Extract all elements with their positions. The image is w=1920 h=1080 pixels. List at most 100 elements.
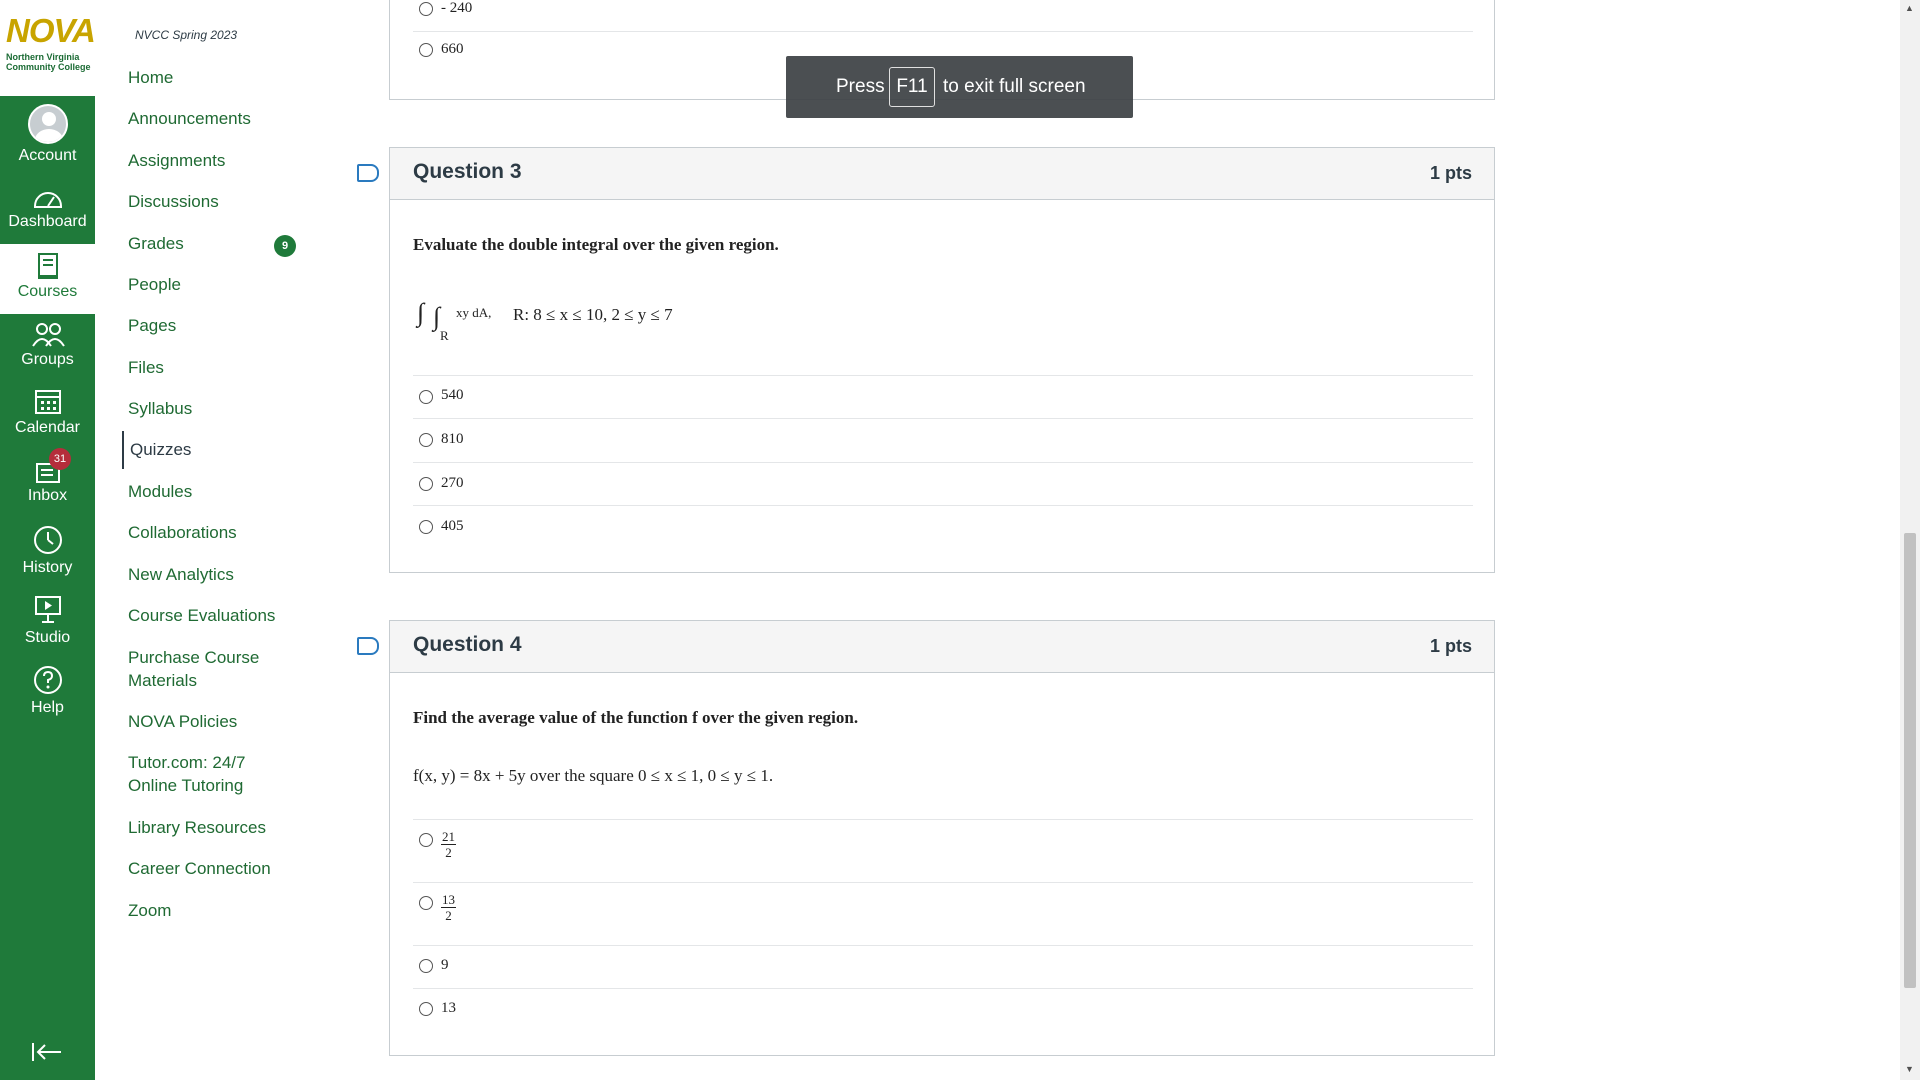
global-nav-label: History xyxy=(22,559,73,576)
global-nav-label: Help xyxy=(31,699,64,716)
question-expression: ∫ ∫ R xy dA, R: 8 ≤ x ≤ 10, 2 ≤ y ≤ 7 xyxy=(413,298,813,348)
answer-radio[interactable] xyxy=(419,833,433,847)
help-icon xyxy=(33,666,62,694)
course-nav-home[interactable]: Home xyxy=(128,66,328,89)
region-subscript: R xyxy=(440,328,449,343)
global-nav-courses[interactable]: Courses xyxy=(0,244,95,314)
global-navigation: NOVA Northern Virginia Community College… xyxy=(0,0,96,1080)
course-nav-syllabus[interactable]: Syllabus xyxy=(128,397,328,420)
course-nav-career-connection[interactable]: Career Connection xyxy=(128,857,328,880)
answer-option[interactable]: - 240 xyxy=(413,0,1473,32)
collapse-nav-button[interactable] xyxy=(30,1040,66,1064)
notice-press-text: Press xyxy=(836,76,885,97)
flag-question-icon[interactable] xyxy=(357,164,379,182)
answer-fraction: 13 2 xyxy=(441,892,456,923)
answer-radio[interactable] xyxy=(419,959,433,973)
global-nav-studio[interactable]: Studio xyxy=(0,594,95,647)
flag-question-icon[interactable] xyxy=(357,637,379,655)
answer-radio[interactable] xyxy=(419,433,433,447)
global-nav-label: Dashboard xyxy=(8,213,87,230)
global-nav-help[interactable]: Help xyxy=(0,664,95,717)
answer-option[interactable]: 13 2 xyxy=(413,882,1473,945)
answer-option[interactable]: 810 xyxy=(413,418,1473,462)
answer-radio[interactable] xyxy=(419,43,433,57)
question-points: 1 pts xyxy=(1429,163,1472,183)
course-nav-course-evaluations[interactable]: Course Evaluations xyxy=(128,604,328,627)
scrollbar-thumb[interactable] xyxy=(1904,533,1916,988)
clock-icon xyxy=(33,526,62,554)
fraction-numerator: 21 xyxy=(441,829,456,845)
answer-text: 13 xyxy=(441,1000,456,1016)
inbox-unread-badge: 31 xyxy=(49,448,71,470)
global-nav-label: Groups xyxy=(21,351,74,368)
question-header: Question 3 1 pts xyxy=(390,148,1494,200)
global-nav-label: Inbox xyxy=(27,487,68,504)
global-nav-calendar[interactable]: Calendar xyxy=(0,386,95,437)
answer-radio[interactable] xyxy=(419,2,433,16)
answer-option[interactable]: 13 xyxy=(413,988,1473,1032)
course-nav-files[interactable]: Files xyxy=(128,356,328,379)
quiz-content: - 240 660 Question 3 1 pts Evaluate the … xyxy=(350,0,1900,1080)
logo-wordmark: NOVA xyxy=(6,12,96,49)
fraction-denominator: 2 xyxy=(445,908,452,923)
course-nav-grades[interactable]: Grades xyxy=(128,232,328,255)
course-nav-collaborations[interactable]: Collaborations xyxy=(128,521,328,544)
question-prompt: Find the average value of the function f… xyxy=(413,708,859,727)
answer-text: 9 xyxy=(441,957,449,973)
collapse-arrow-icon xyxy=(32,1043,61,1061)
answer-radio[interactable] xyxy=(419,390,433,404)
course-nav-tutoring[interactable]: Tutor.com: 24/7 Online Tutoring xyxy=(128,751,278,797)
course-nav-nova-policies[interactable]: NOVA Policies xyxy=(128,710,328,733)
course-nav-assignments[interactable]: Assignments xyxy=(128,149,328,172)
scroll-up-arrow-icon[interactable]: ▲ xyxy=(1905,3,1914,13)
answer-option[interactable]: 21 2 xyxy=(413,819,1473,882)
course-nav-announcements[interactable]: Announcements xyxy=(128,107,328,130)
region-definition: R: 8 ≤ x ≤ 10, 2 ≤ y ≤ 7 xyxy=(513,305,673,324)
grades-count-badge: 9 xyxy=(274,235,296,257)
answer-option[interactable]: 405 xyxy=(413,505,1473,549)
answer-radio[interactable] xyxy=(419,520,433,534)
question-expression: f(x, y) = 8x + 5y over the square 0 ≤ x … xyxy=(413,766,774,785)
question-title: Question 3 xyxy=(413,160,522,183)
studio-icon xyxy=(34,596,61,623)
course-nav-pages[interactable]: Pages xyxy=(128,314,328,337)
course-nav-purchase-materials[interactable]: Purchase Course Materials xyxy=(128,646,288,692)
global-nav-inbox[interactable]: 31 Inbox xyxy=(0,448,95,505)
global-nav-account[interactable]: Account xyxy=(0,104,95,165)
question-prompt: Evaluate the double integral over the gi… xyxy=(413,235,779,254)
integrand: xy dA, xyxy=(456,305,492,320)
course-nav-zoom[interactable]: Zoom xyxy=(128,899,328,922)
answer-option[interactable]: 270 xyxy=(413,462,1473,505)
global-nav-history[interactable]: History xyxy=(0,524,95,577)
fraction-denominator: 2 xyxy=(445,845,452,860)
scroll-down-arrow-icon[interactable]: ▼ xyxy=(1905,1064,1914,1074)
fraction-numerator: 13 xyxy=(441,892,456,908)
nova-logo[interactable]: NOVA Northern Virginia Community College xyxy=(0,0,96,96)
global-nav-dashboard[interactable]: Dashboard xyxy=(0,186,95,231)
course-nav-people[interactable]: People xyxy=(128,273,328,296)
answer-radio[interactable] xyxy=(419,1002,433,1016)
course-nav-new-analytics[interactable]: New Analytics xyxy=(128,563,328,586)
global-nav-label: Studio xyxy=(24,629,71,646)
answer-radio[interactable] xyxy=(419,896,433,910)
course-nav-modules[interactable]: Modules xyxy=(128,480,328,503)
answer-radio[interactable] xyxy=(419,477,433,491)
global-nav-groups[interactable]: Groups xyxy=(0,322,95,369)
answer-option[interactable]: 540 xyxy=(413,375,1473,418)
answer-text: - 240 xyxy=(441,0,473,16)
answer-option[interactable]: 9 xyxy=(413,945,1473,988)
question-title: Question 4 xyxy=(413,633,522,656)
course-term-label: NVCC Spring 2023 xyxy=(135,28,238,42)
f11-key-label: F11 xyxy=(889,67,935,107)
groups-icon xyxy=(31,323,65,347)
answer-text: 810 xyxy=(441,431,464,447)
answer-fraction: 21 2 xyxy=(441,829,456,860)
answer-text: 660 xyxy=(441,41,464,57)
course-nav-library[interactable]: Library Resources xyxy=(128,816,328,839)
notice-rest-text: to exit full screen xyxy=(943,76,1086,97)
courses-icon xyxy=(37,253,58,279)
global-nav-label: Account xyxy=(18,147,77,164)
page-scrollbar[interactable]: ▲ ▼ xyxy=(1900,0,1920,1080)
course-nav-quizzes[interactable]: Quizzes xyxy=(122,431,322,469)
course-nav-discussions[interactable]: Discussions xyxy=(128,190,328,213)
